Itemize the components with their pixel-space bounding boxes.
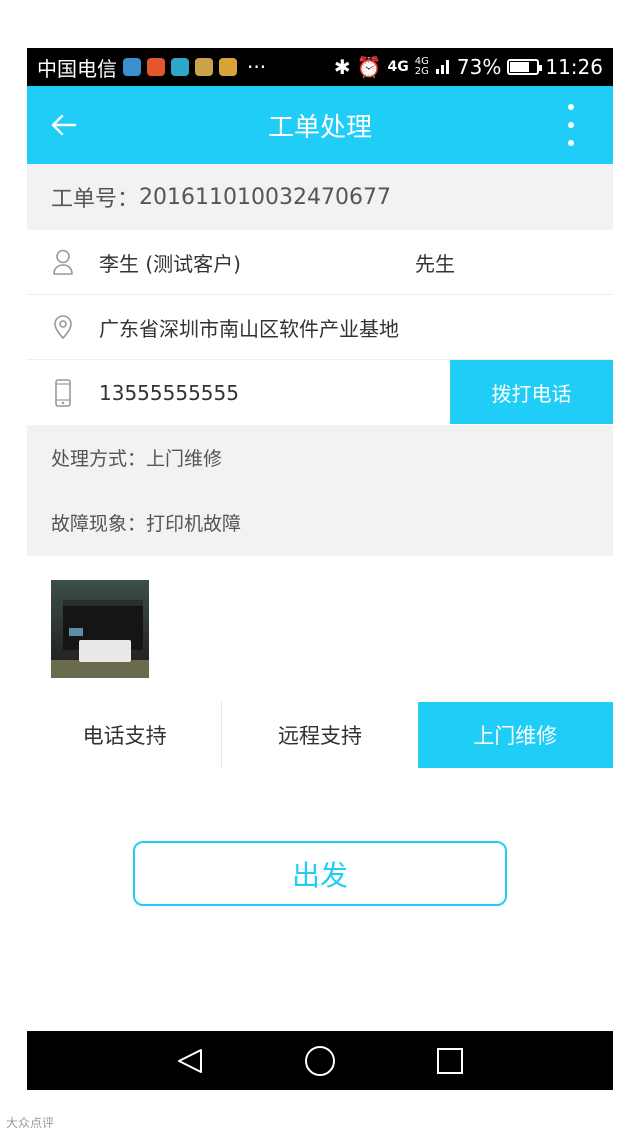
fault-row: 故障现象： 打印机故障 (51, 490, 613, 555)
tab-onsite-repair[interactable]: 上门维修 (417, 702, 613, 768)
battery-icon (507, 59, 543, 75)
call-phone-button[interactable]: 拨打电话 (450, 360, 613, 424)
customer-address-row: 广东省深圳市南山区软件产业基地 (27, 295, 613, 360)
photo-area (27, 556, 613, 702)
app-notification-icon (171, 58, 189, 76)
order-number-row: 工单号： 201611010032470677 (27, 164, 613, 230)
customer-phone-row: 13555555555 拨打电话 (27, 360, 613, 425)
bluetooth-icon: ✱ (333, 55, 351, 79)
phone-screen: 中国电信 ··· ✱ ⏰ 4G 4G 2G 73% 11:26 工单处理 工单号… (27, 48, 613, 1090)
watermark-text: 大众点评 (6, 1116, 55, 1130)
order-details: 处理方式： 上门维修 故障现象： 打印机故障 (27, 425, 613, 556)
tab-phone-support[interactable]: 电话支持 (27, 702, 223, 768)
arrow-left-icon[interactable] (49, 110, 79, 140)
page-title: 工单处理 (267, 112, 372, 143)
nav-recents-icon[interactable] (428, 1039, 472, 1083)
order-number-label: 工单号： (51, 187, 140, 212)
battery-percent: 73% (456, 55, 502, 79)
order-number-value: 201611010032470677 (139, 184, 391, 210)
app-notification-icon (123, 58, 141, 76)
customer-address: 广东省深圳市南山区软件产业基地 (99, 316, 399, 341)
overflow-dots: ··· (247, 55, 267, 79)
handling-method-row: 处理方式： 上门维修 (51, 425, 613, 490)
tab-remote-support[interactable]: 远程支持 (222, 702, 417, 768)
customer-name: 李生 (测试客户) (99, 251, 241, 276)
fault-label: 故障现象： (51, 513, 147, 535)
alarm-icon: ⏰ (356, 55, 382, 79)
title-bar: 工单处理 (27, 86, 613, 164)
fault-value: 打印机故障 (146, 513, 242, 535)
location-pin-icon (27, 314, 99, 340)
nav-home-icon[interactable] (298, 1039, 342, 1083)
clock: 11:26 (545, 55, 603, 79)
system-nav-bar (27, 1031, 613, 1090)
fault-photo-thumbnail[interactable] (51, 580, 149, 678)
customer-gender: 先生 (415, 251, 455, 276)
app-notification-icon (195, 58, 213, 76)
status-right: ✱ ⏰ 4G 4G 2G 73% 11:26 (334, 55, 603, 79)
person-icon (27, 249, 99, 275)
carrier-label: 中国电信 (37, 56, 117, 81)
app-notification-icon (147, 58, 165, 76)
customer-name-row: 李生 (测试客户) 先生 (27, 230, 613, 295)
handling-method-value: 上门维修 (146, 448, 223, 470)
handling-method-label: 处理方式： (51, 448, 147, 470)
signal-icon (435, 55, 451, 79)
network-type: 4G (387, 59, 409, 75)
status-bar: 中国电信 ··· ✱ ⏰ 4G 4G 2G 73% 11:26 (27, 48, 613, 86)
nav-back-icon[interactable] (168, 1039, 212, 1083)
depart-button[interactable]: 出发 (133, 841, 507, 906)
support-type-tabs: 电话支持 远程支持 上门维修 (27, 702, 613, 768)
customer-phone: 13555555555 (99, 380, 239, 405)
mobile-phone-icon (27, 378, 99, 407)
dual-network-label: 4G 2G (414, 56, 429, 77)
more-vertical-icon[interactable] (559, 104, 583, 146)
app-notification-icon (219, 58, 237, 76)
